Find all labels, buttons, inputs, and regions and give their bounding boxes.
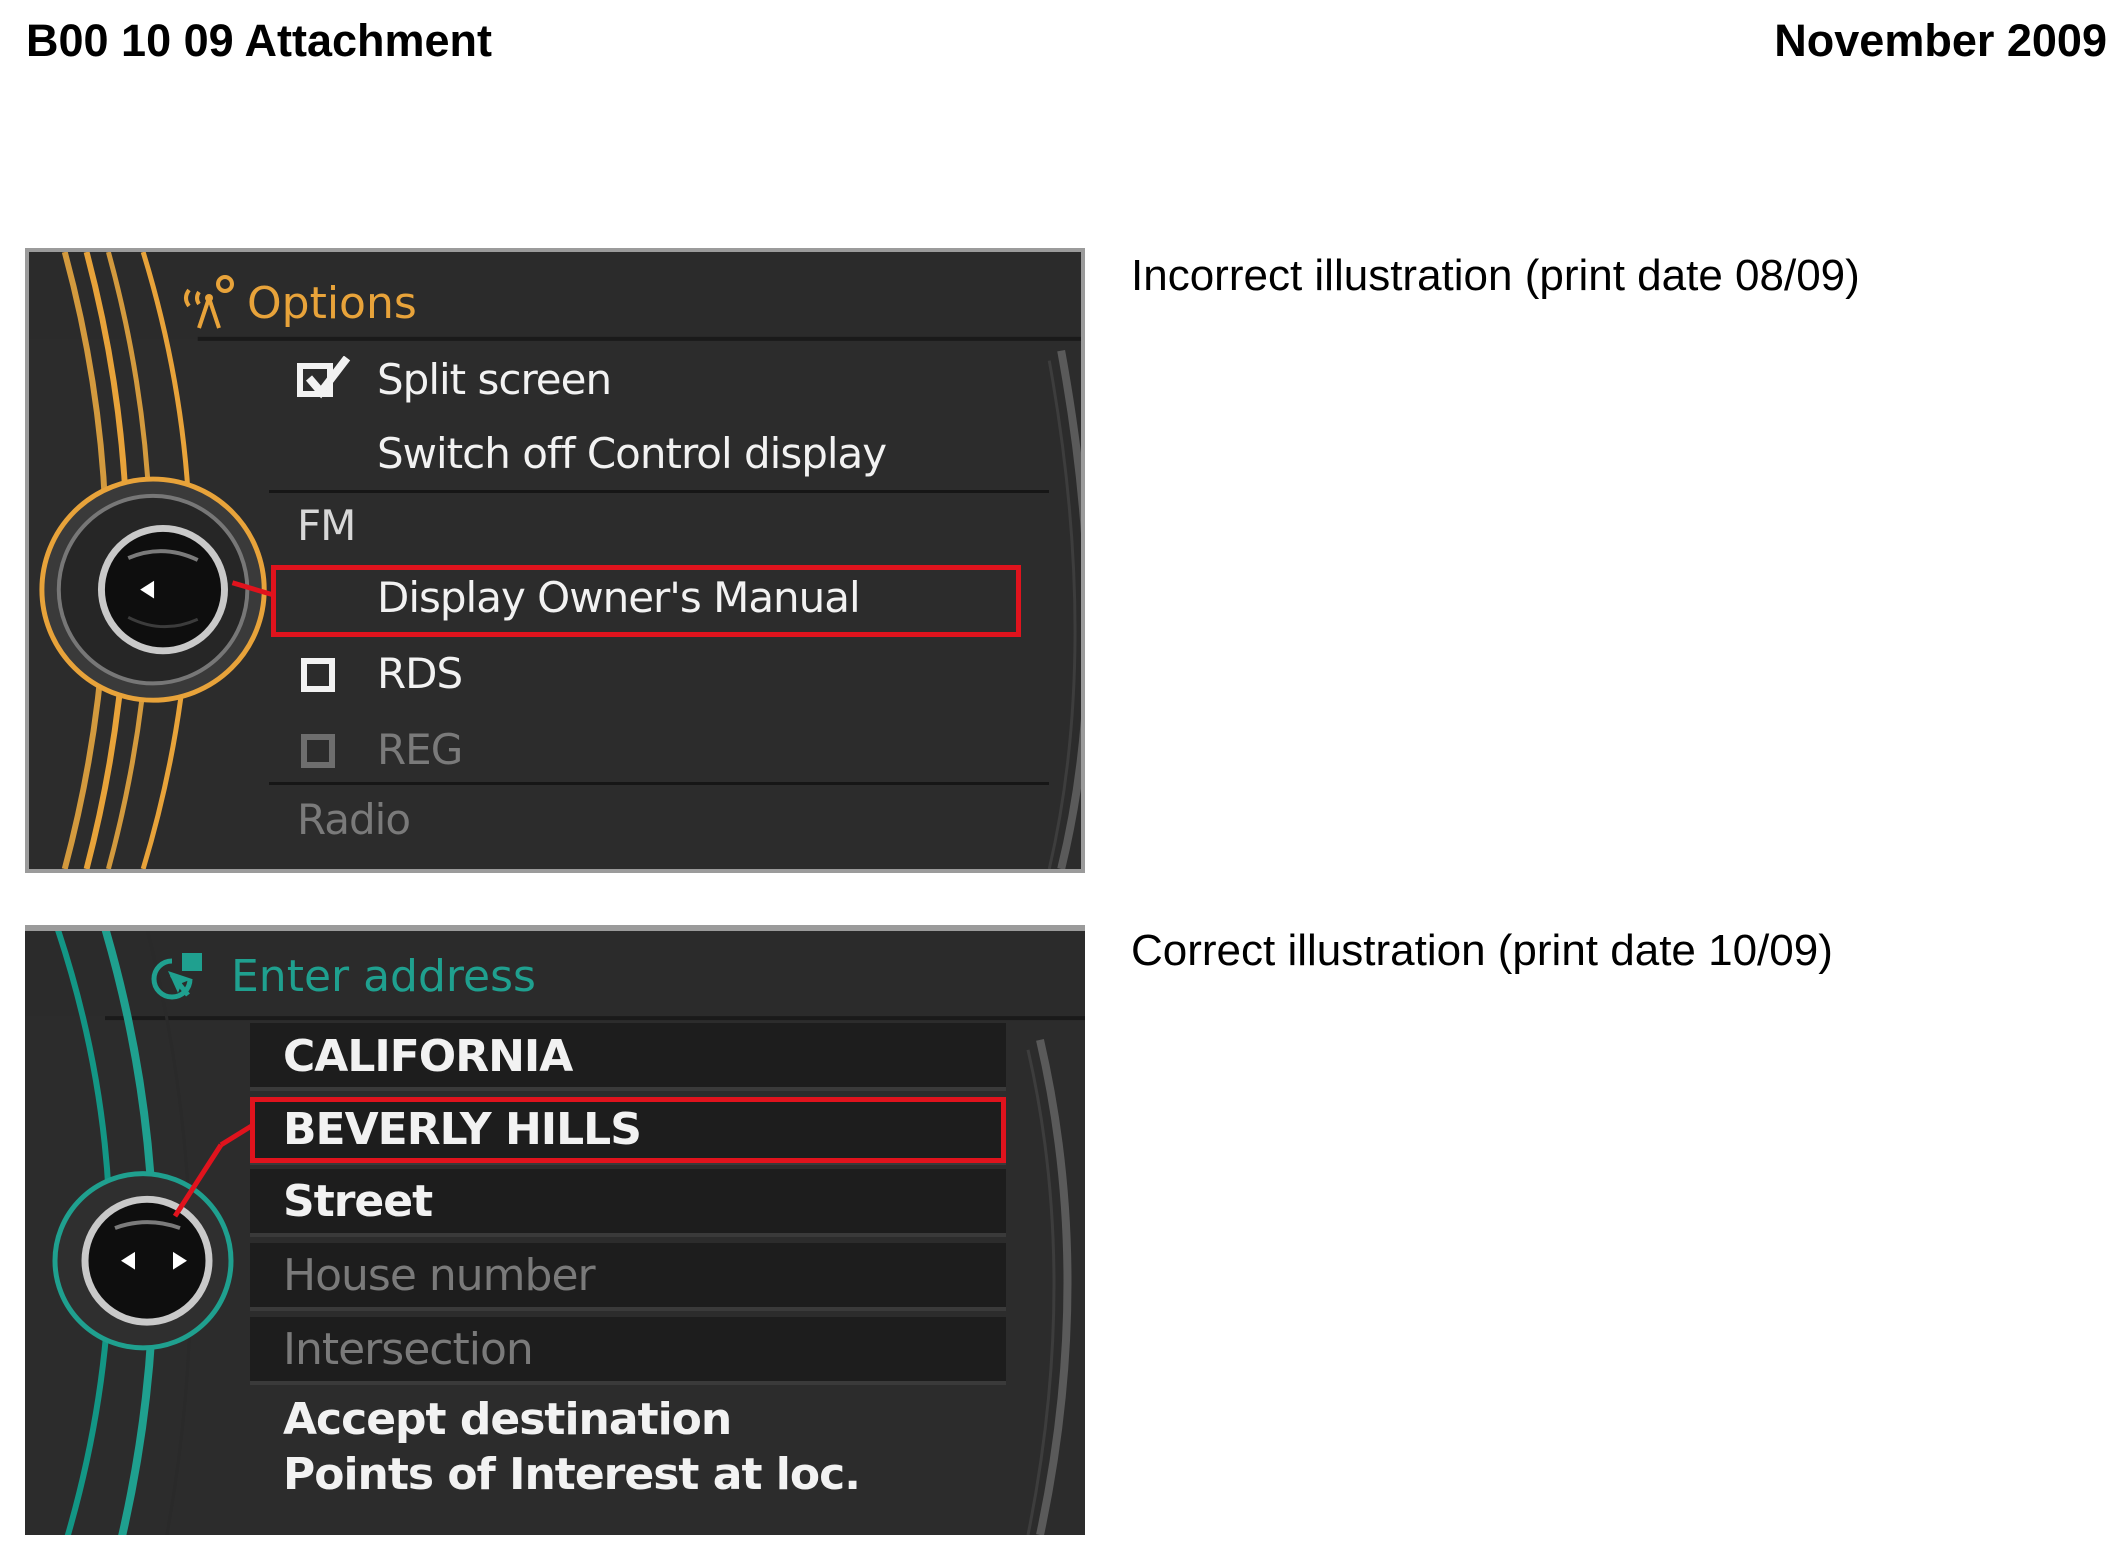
- address-item-california[interactable]: CALIFORNIA: [283, 1027, 573, 1087]
- address-item-points-of-interest[interactable]: Points of Interest at loc.: [283, 1445, 861, 1505]
- caption-correct: Correct illustration (print date 10/09): [1131, 926, 1833, 975]
- options-title: Options: [247, 278, 417, 329]
- caption-incorrect: Incorrect illustration (print date 08/09…: [1131, 251, 1860, 300]
- menu-separator: [269, 490, 1049, 493]
- document-date: November 2009: [1774, 15, 2107, 66]
- address-item-beverly-hills[interactable]: BEVERLY HILLS: [283, 1100, 642, 1160]
- checkbox-rds[interactable]: [301, 658, 335, 692]
- address-title: Enter address: [231, 951, 536, 1002]
- menu-item-rds[interactable]: RDS: [377, 646, 463, 702]
- menu-item-switch-off-control-display[interactable]: Switch off Control display: [377, 426, 887, 482]
- address-item-house-number: House number: [283, 1250, 596, 1301]
- section-header-radio: Radio: [297, 795, 411, 844]
- menu-separator: [269, 782, 1049, 785]
- address-screenshot: Enter address CALIFORNIA BEVERLY HILLS S…: [25, 925, 1085, 1535]
- menu-item-reg: REG: [377, 725, 463, 774]
- address-item-street[interactable]: Street: [283, 1172, 433, 1232]
- document-id: B00 10 09 Attachment: [26, 15, 493, 66]
- checkbox-checked-icon: [297, 356, 351, 399]
- section-header-fm: FM: [297, 501, 356, 550]
- address-item-intersection: Intersection: [283, 1324, 534, 1375]
- antenna-settings-icon: [184, 275, 234, 329]
- options-screen-decoration: [29, 252, 1081, 869]
- options-screenshot: Options Split screen Switch off Control …: [25, 248, 1085, 873]
- menu-item-display-owners-manual[interactable]: Display Owner's Manual: [377, 570, 861, 626]
- checkbox-reg: [301, 734, 335, 768]
- menu-item-split-screen[interactable]: Split screen: [377, 352, 612, 408]
- navigation-address-icon: [151, 953, 202, 1000]
- address-item-accept-destination[interactable]: Accept destination: [283, 1390, 732, 1450]
